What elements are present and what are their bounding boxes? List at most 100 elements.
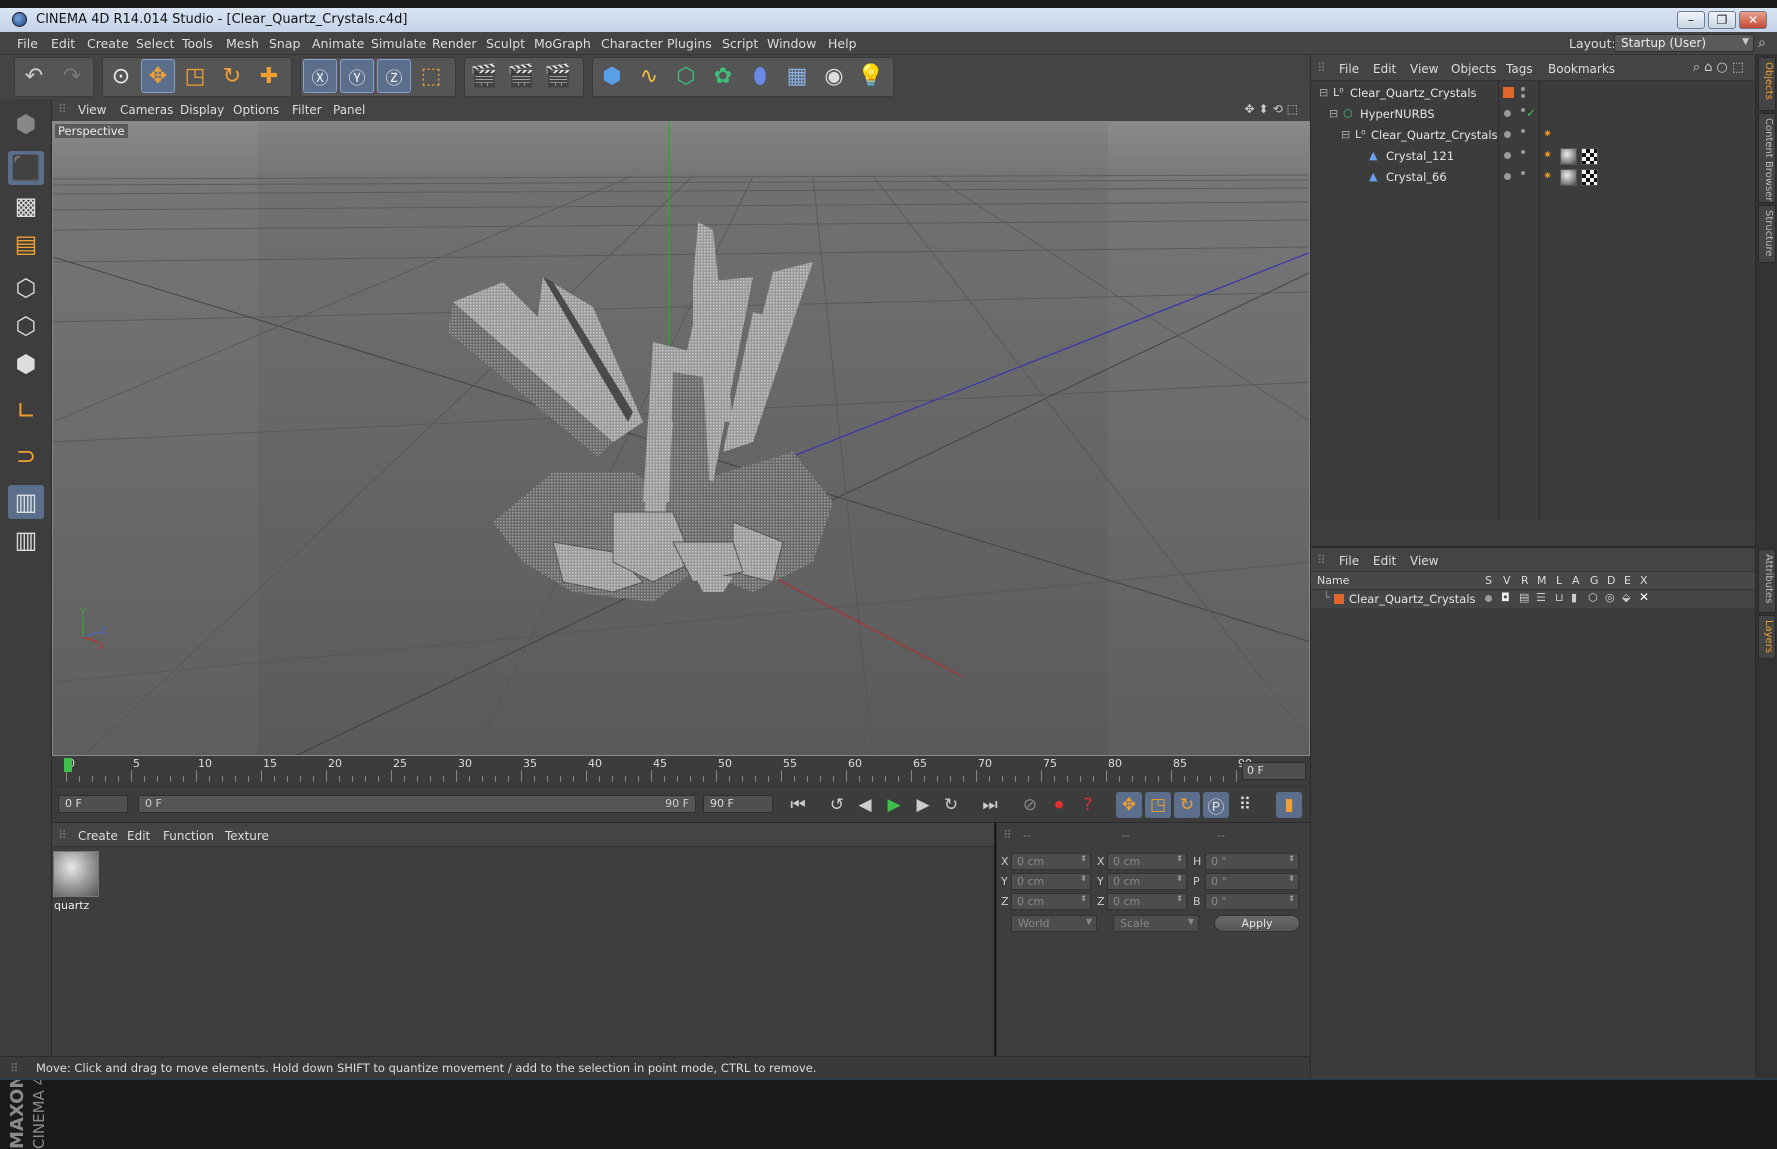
menu-script[interactable]: Script — [722, 36, 758, 51]
rotate-tool-icon[interactable]: ↻ — [215, 59, 249, 93]
camera-icon[interactable]: ◉ — [817, 59, 851, 93]
tab-attributes[interactable]: Attributes — [1758, 549, 1776, 613]
perspective-viewport[interactable]: Y Z X Perspective — [52, 121, 1310, 756]
deformer-icon[interactable]: ⬮ — [743, 59, 777, 93]
pos-z-field[interactable]: 0 cm ⬍ — [1011, 893, 1091, 910]
generators-toggle-icon[interactable]: ⬡ — [1588, 591, 1598, 604]
size-z-field[interactable]: 0 cm ⬍ — [1107, 893, 1187, 910]
menu-plugins[interactable]: Plugins — [667, 36, 712, 51]
move-tool-icon[interactable]: ✥ — [141, 59, 175, 93]
editor-visibility-dot[interactable] — [1521, 150, 1525, 154]
size-x-field[interactable]: 0 cm ⬍ — [1107, 853, 1187, 870]
display-tag-icon[interactable]: ⁕ — [1543, 127, 1552, 140]
editor-visibility-dot[interactable] — [1521, 108, 1525, 112]
restore-button[interactable]: ❐ — [1708, 11, 1736, 29]
points-mode-icon[interactable]: ⬡ — [8, 271, 44, 305]
editor-visibility-dot[interactable] — [1521, 171, 1525, 175]
key-parameter-icon[interactable]: Ⓟ — [1203, 792, 1229, 818]
render-visibility-dot[interactable] — [1521, 94, 1525, 98]
phong-tag-icon[interactable]: ⁕ — [1543, 148, 1552, 161]
key-rotation-icon[interactable]: ↻ — [1174, 792, 1200, 818]
collapse-icon[interactable]: ⊟ — [1319, 86, 1328, 99]
menu-edit[interactable]: Edit — [51, 36, 75, 51]
tree-row-hypernurbs[interactable]: ⊟ ⬡ HyperNURBS ✓ — [1311, 104, 1756, 124]
live-tool-icon[interactable]: ✚ — [252, 59, 286, 93]
polygons-mode-icon[interactable]: ⬢ — [8, 347, 44, 381]
workplane-icon[interactable]: ▤ — [8, 227, 44, 261]
workplane-lock-icon[interactable]: ▥ — [8, 485, 44, 519]
undo-icon[interactable]: ↶ — [17, 59, 51, 93]
menu-sculpt[interactable]: Sculpt — [486, 36, 525, 51]
animation-toggle-icon[interactable]: ▮ — [1571, 591, 1577, 604]
search-icon[interactable]: ⌕ — [1758, 35, 1766, 51]
menu-simulate[interactable]: Simulate — [371, 36, 426, 51]
mat-menu-texture[interactable]: Texture — [225, 829, 269, 843]
next-key-icon[interactable]: ↻ — [938, 792, 964, 818]
go-to-end-icon[interactable]: ⏭ — [977, 792, 1003, 818]
obj-menu-bookmarks[interactable]: Bookmarks — [1548, 62, 1615, 76]
spline-icon[interactable]: ∿ — [632, 59, 666, 93]
layer-dot[interactable] — [1504, 152, 1511, 159]
layer-menu-file[interactable]: File — [1339, 554, 1359, 568]
col-animation[interactable]: A — [1572, 574, 1580, 587]
material-item[interactable]: quartz — [52, 849, 100, 913]
timeline-ruler[interactable]: 051015202530354045505560657075808590 0 F — [52, 756, 1310, 786]
col-xref[interactable]: X — [1640, 574, 1648, 587]
phong-tag-icon[interactable]: ⁕ — [1543, 169, 1552, 182]
layer-color-swatch[interactable] — [1503, 87, 1514, 98]
model-mode-icon[interactable]: ⬛ — [8, 151, 44, 185]
xref-toggle-icon[interactable]: ✕ — [1639, 590, 1649, 604]
previous-key-icon[interactable]: ↺ — [824, 792, 850, 818]
select-tool-icon[interactable]: ⊙ — [104, 59, 138, 93]
preview-range-slider[interactable]: 0 F 90 F — [138, 795, 696, 813]
rot-b-field[interactable]: 0 ° ⬍ — [1205, 893, 1299, 910]
object-manager-tool-icons[interactable]: ⌕⌂○⬚ — [1693, 60, 1748, 75]
nurbs-icon[interactable]: ⬡ — [669, 59, 703, 93]
expressions-toggle-icon[interactable]: ⬙ — [1622, 591, 1630, 604]
step-forward-icon[interactable]: ▶ — [910, 792, 936, 818]
array-icon[interactable]: ✿ — [706, 59, 740, 93]
layer-menu-view[interactable]: View — [1410, 554, 1438, 568]
layer-dot[interactable] — [1504, 110, 1511, 117]
editor-visibility-dot[interactable] — [1521, 87, 1525, 91]
tree-row-crystal-66[interactable]: ▲ Crystal_66 ⁕ — [1311, 167, 1756, 187]
x-axis-lock-icon[interactable]: Ⓧ — [303, 59, 337, 93]
make-editable-icon[interactable]: ⬢ — [8, 107, 44, 141]
floor-icon[interactable]: ▦ — [780, 59, 814, 93]
viewport-camera-label[interactable]: Perspective — [55, 124, 128, 138]
apply-button[interactable]: Apply — [1214, 915, 1300, 932]
layout-select[interactable]: Startup (User) ▼ — [1614, 34, 1754, 52]
menu-tools[interactable]: Tools — [182, 36, 213, 51]
menu-window[interactable]: Window — [767, 36, 816, 51]
playhead-marker[interactable] — [64, 758, 72, 772]
obj-menu-edit[interactable]: Edit — [1373, 62, 1396, 76]
redo-icon[interactable]: ↷ — [55, 59, 89, 93]
vp-menu-view[interactable]: View — [78, 103, 106, 117]
collapse-icon[interactable]: ⊟ — [1341, 128, 1350, 141]
col-name[interactable]: Name — [1317, 574, 1349, 587]
uvw-tag-icon[interactable] — [1581, 148, 1598, 165]
render-picture-viewer-icon[interactable]: 🎬 — [504, 59, 538, 93]
start-frame-field[interactable]: 0 F — [58, 795, 128, 813]
col-solo[interactable]: S — [1485, 574, 1492, 587]
size-y-field[interactable]: 0 cm ⬍ — [1107, 873, 1187, 890]
collapse-icon[interactable]: ⊟ — [1329, 107, 1338, 120]
play-icon[interactable]: ▶ — [881, 792, 907, 818]
tree-row-clear-quartz-group[interactable]: ⊟ L⁰ Clear_Quartz_Crystals ⁕ — [1311, 125, 1756, 145]
render-view-icon[interactable]: 🎬 — [467, 59, 501, 93]
viewport-nav-icons[interactable]: ✥⬍⟲⬚ — [1244, 102, 1302, 116]
mat-menu-create[interactable]: Create — [78, 829, 118, 843]
vp-menu-panel[interactable]: Panel — [333, 103, 365, 117]
key-scale-icon[interactable]: ◳ — [1145, 792, 1171, 818]
axis-mode-icon[interactable]: ∟ — [8, 394, 44, 428]
pos-y-field[interactable]: 0 cm ⬍ — [1011, 873, 1091, 890]
rot-p-field[interactable]: 0 ° ⬍ — [1205, 873, 1299, 890]
menu-select[interactable]: Select — [136, 36, 175, 51]
pos-x-field[interactable]: 0 cm ⬍ — [1011, 853, 1091, 870]
obj-menu-tags[interactable]: Tags — [1506, 62, 1533, 76]
z-axis-lock-icon[interactable]: Ⓩ — [377, 59, 411, 93]
lock-toggle-icon[interactable]: ⊔ — [1555, 591, 1564, 604]
menu-mesh[interactable]: Mesh — [226, 36, 259, 51]
record-keys-icon[interactable]: ⏺ — [1046, 792, 1072, 818]
rot-h-field[interactable]: 0 ° ⬍ — [1205, 853, 1299, 870]
